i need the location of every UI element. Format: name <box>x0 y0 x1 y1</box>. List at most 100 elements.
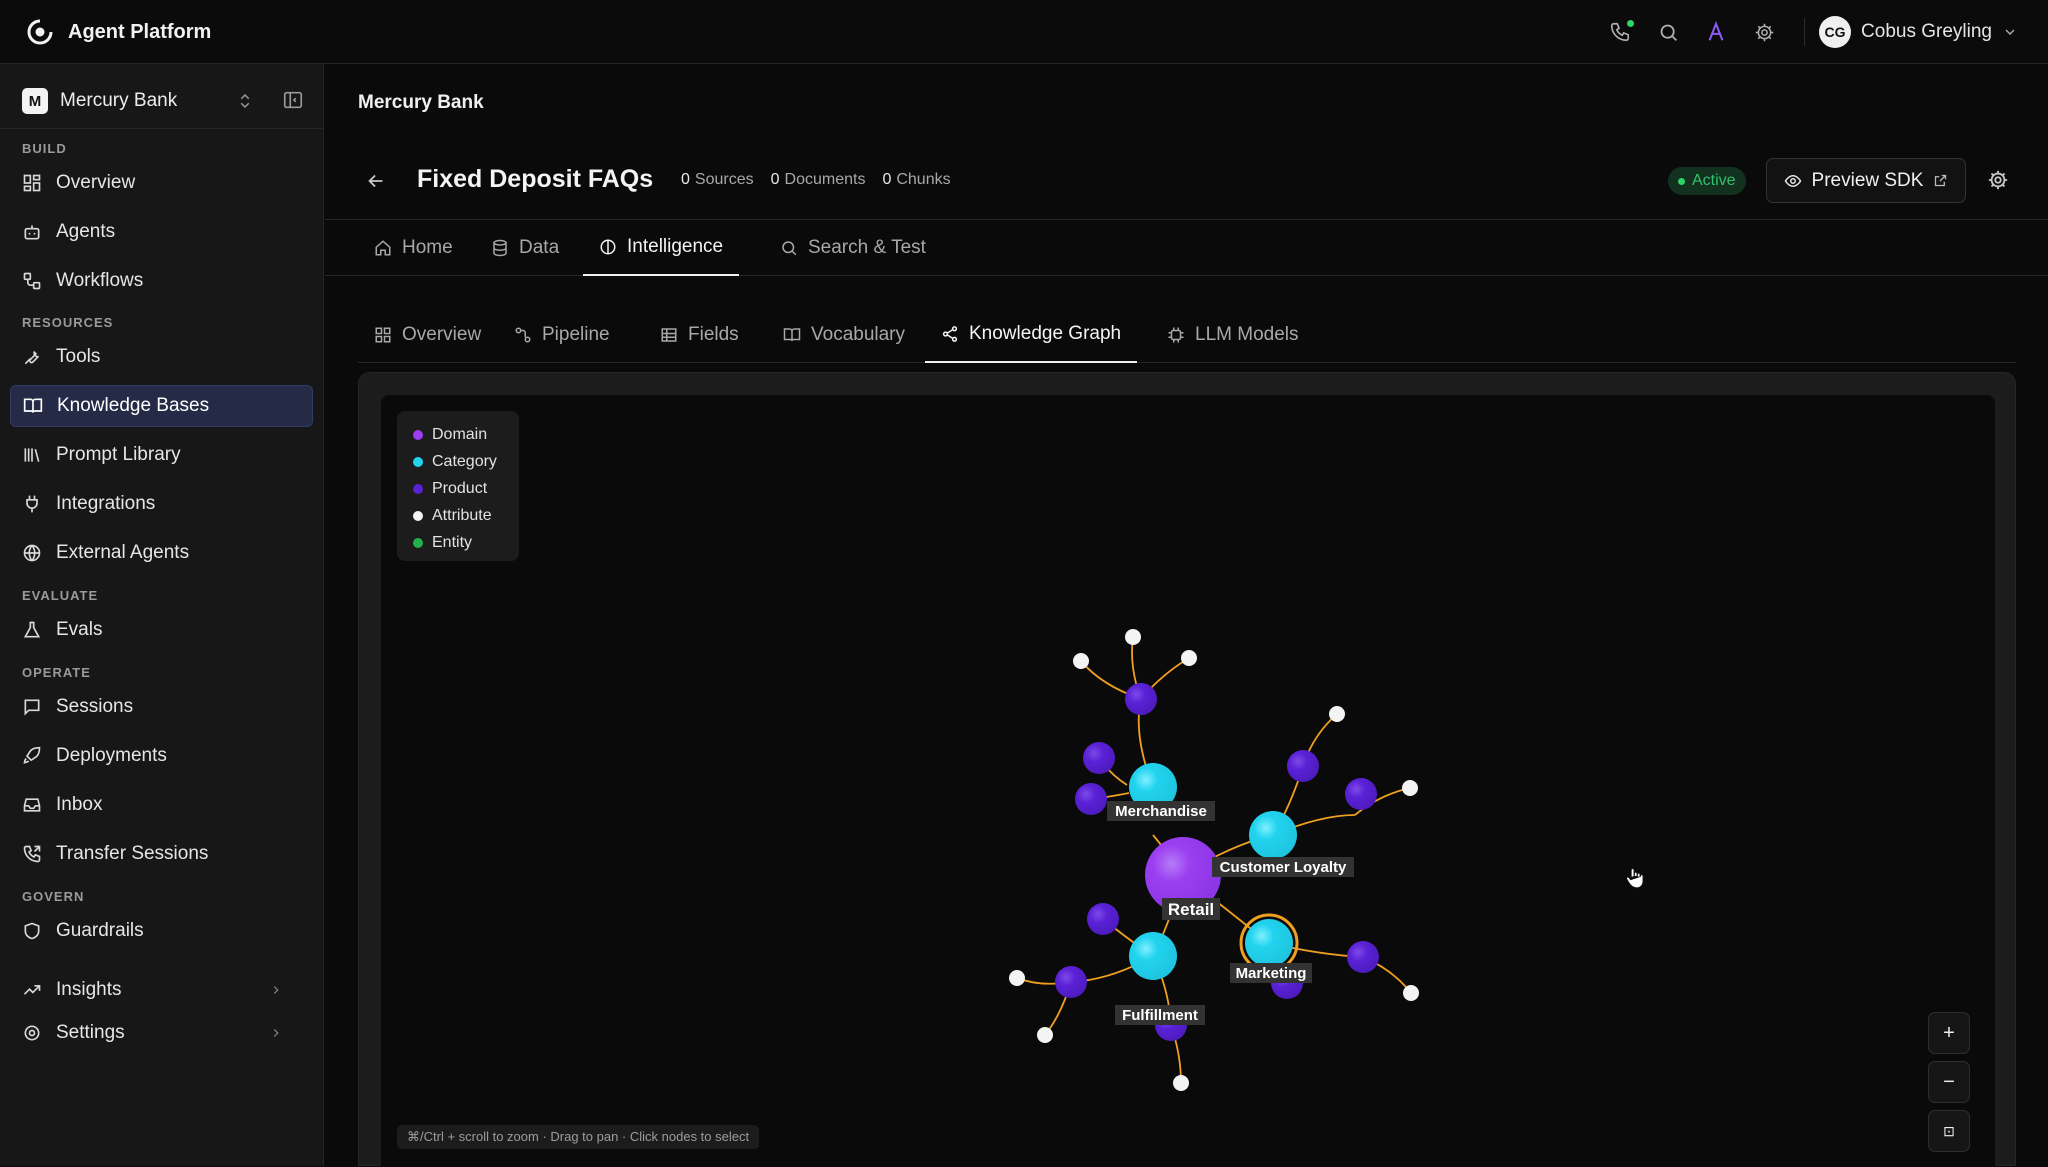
sidebar-item-transfer-sessions[interactable]: Transfer Sessions <box>10 833 313 875</box>
globe-icon <box>23 544 41 562</box>
sidebar-item-external-agents[interactable]: External Agents <box>10 532 313 574</box>
section-resources: RESOURCES <box>22 315 114 330</box>
workflow-icon <box>23 272 41 290</box>
fit-view-button[interactable]: ⊡ <box>1928 1110 1970 1152</box>
zoom-out-button[interactable]: − <box>1928 1061 1970 1103</box>
subtab-llm-models[interactable]: LLM Models <box>1151 307 1315 363</box>
graph-node-attribute[interactable] <box>1173 1075 1189 1091</box>
search-icon <box>782 241 797 256</box>
sidebar-item-tools[interactable]: Tools <box>10 336 313 378</box>
cpu-icon <box>1168 327 1184 343</box>
knowledge-graph-panel: Retail Merchandise Customer Loyalty Mark… <box>358 372 2016 1167</box>
graph-node-attribute[interactable] <box>1073 653 1089 669</box>
avatar: CG <box>1819 16 1852 48</box>
graph-node-attribute[interactable] <box>1402 780 1418 796</box>
grid-icon <box>23 174 41 192</box>
knowledge-graph-canvas[interactable]: Retail Merchandise Customer Loyalty Mark… <box>381 395 1995 1167</box>
breadcrumb[interactable]: Mercury Bank <box>358 92 484 114</box>
sidebar-item-sessions[interactable]: Sessions <box>10 686 313 728</box>
graph-node-attribute[interactable] <box>1403 985 1419 1001</box>
sidebar-item-insights[interactable]: Insights <box>10 969 313 1011</box>
node-label-customer-loyalty: Customer Loyalty <box>1220 859 1347 876</box>
subtab-vocabulary[interactable]: Vocabulary <box>767 307 921 363</box>
graph-node-attribute[interactable] <box>1181 650 1197 666</box>
sidebar-item-guardrails[interactable]: Guardrails <box>10 910 313 952</box>
inbox-icon <box>23 798 41 812</box>
search-icon <box>1660 24 1677 41</box>
plug-icon <box>26 495 38 513</box>
sidebar-item-evals[interactable]: Evals <box>10 609 313 651</box>
tab-data[interactable]: Data <box>475 220 575 276</box>
graph-node-category[interactable] <box>1249 811 1297 859</box>
sidebar-collapse-icon[interactable] <box>282 89 304 111</box>
sidebar-item-inbox[interactable]: Inbox <box>10 784 313 826</box>
user-menu[interactable]: CG Cobus Greyling <box>1819 16 2018 48</box>
sidebar-item-label: Tools <box>56 346 101 367</box>
sidebar-item-label: Evals <box>56 619 103 640</box>
back-arrow-icon[interactable] <box>365 170 387 192</box>
user-name: Cobus Greyling <box>1861 21 1992 42</box>
chevron-right-icon <box>273 1029 279 1037</box>
subtab-fields[interactable]: Fields <box>644 307 755 363</box>
graph-node-product[interactable] <box>1345 778 1377 810</box>
workspace-name: Mercury Bank <box>60 90 178 111</box>
sidebar-item-label: Agents <box>56 221 116 242</box>
legend-label: Category <box>432 452 497 470</box>
legend-item-domain: Domain <box>413 421 519 448</box>
graph-node-product[interactable] <box>1087 903 1119 935</box>
sidebar-item-deployments[interactable]: Deployments <box>10 735 313 777</box>
knowledge-graph-svg[interactable]: Retail Merchandise Customer Loyalty Mark… <box>381 395 1995 1167</box>
kb-settings-icon[interactable] <box>1987 169 2009 191</box>
sidebar-item-knowledge-bases[interactable]: Knowledge Bases <box>10 385 313 427</box>
chevron-right-icon <box>273 986 279 994</box>
graph-node-product[interactable] <box>1055 966 1087 998</box>
search-button[interactable] <box>1644 8 1692 56</box>
graph-node-product[interactable] <box>1075 783 1107 815</box>
sidebar-item-label: Inbox <box>56 794 103 815</box>
settings-button[interactable] <box>1740 8 1788 56</box>
status-badge: Active <box>1668 167 1746 195</box>
kb-stats: 0 Sources 0 Documents 0 Chunks <box>681 171 951 189</box>
chevron-updown-icon <box>240 93 250 109</box>
legend-item-attribute: Attribute <box>413 502 519 529</box>
preview-sdk-button[interactable]: Preview SDK <box>1766 158 1966 203</box>
online-indicator <box>1627 20 1635 27</box>
subtab-knowledge-graph[interactable]: Knowledge Graph <box>925 307 1138 363</box>
legend-item-entity: Entity <box>413 529 519 556</box>
legend-label: Product <box>432 479 488 497</box>
sidebar-item-overview[interactable]: Overview <box>10 162 313 204</box>
zoom-in-button[interactable]: + <box>1928 1012 1970 1054</box>
assistant-button[interactable] <box>1692 8 1740 56</box>
sidebar-item-prompt-library[interactable]: Prompt Library <box>10 434 313 476</box>
legend-swatch <box>413 483 423 494</box>
sidebar-item-label: Deployments <box>56 745 167 766</box>
graph-node-product[interactable] <box>1083 742 1115 774</box>
sidebar-item-workflows[interactable]: Workflows <box>10 260 313 302</box>
graph-node-product[interactable] <box>1347 941 1379 973</box>
legend-label: Domain <box>432 425 488 443</box>
graph-node-product[interactable] <box>1125 683 1157 715</box>
graph-node-category[interactable] <box>1245 919 1293 967</box>
graph-node-attribute[interactable] <box>1037 1027 1053 1043</box>
subtab-pipeline[interactable]: Pipeline <box>498 307 626 363</box>
sidebar-item-integrations[interactable]: Integrations <box>10 483 313 525</box>
book-open-icon <box>23 398 43 413</box>
graph-node-product[interactable] <box>1287 750 1319 782</box>
sidebar-item-settings[interactable]: Settings <box>10 1012 313 1054</box>
message-square-icon <box>24 699 40 716</box>
graph-node-category[interactable] <box>1129 932 1177 980</box>
graph-node-attribute[interactable] <box>1125 629 1141 645</box>
subtab-overview[interactable]: Overview <box>358 307 497 363</box>
tab-intelligence[interactable]: Intelligence <box>583 220 740 276</box>
brand[interactable]: Agent Platform <box>26 18 211 46</box>
gear-icon <box>24 1025 40 1041</box>
tab-home[interactable]: Home <box>358 220 469 276</box>
phone-button[interactable] <box>1596 8 1644 56</box>
sidebar-item-agents[interactable]: Agents <box>10 211 313 253</box>
graph-node-attribute[interactable] <box>1329 706 1345 722</box>
tab-search-test[interactable]: Search & Test <box>764 220 942 276</box>
workspace-switcher[interactable]: M Mercury Bank <box>22 84 306 118</box>
legend-swatch <box>413 456 423 467</box>
graph-node-attribute[interactable] <box>1009 970 1025 986</box>
legend-swatch <box>413 510 423 521</box>
